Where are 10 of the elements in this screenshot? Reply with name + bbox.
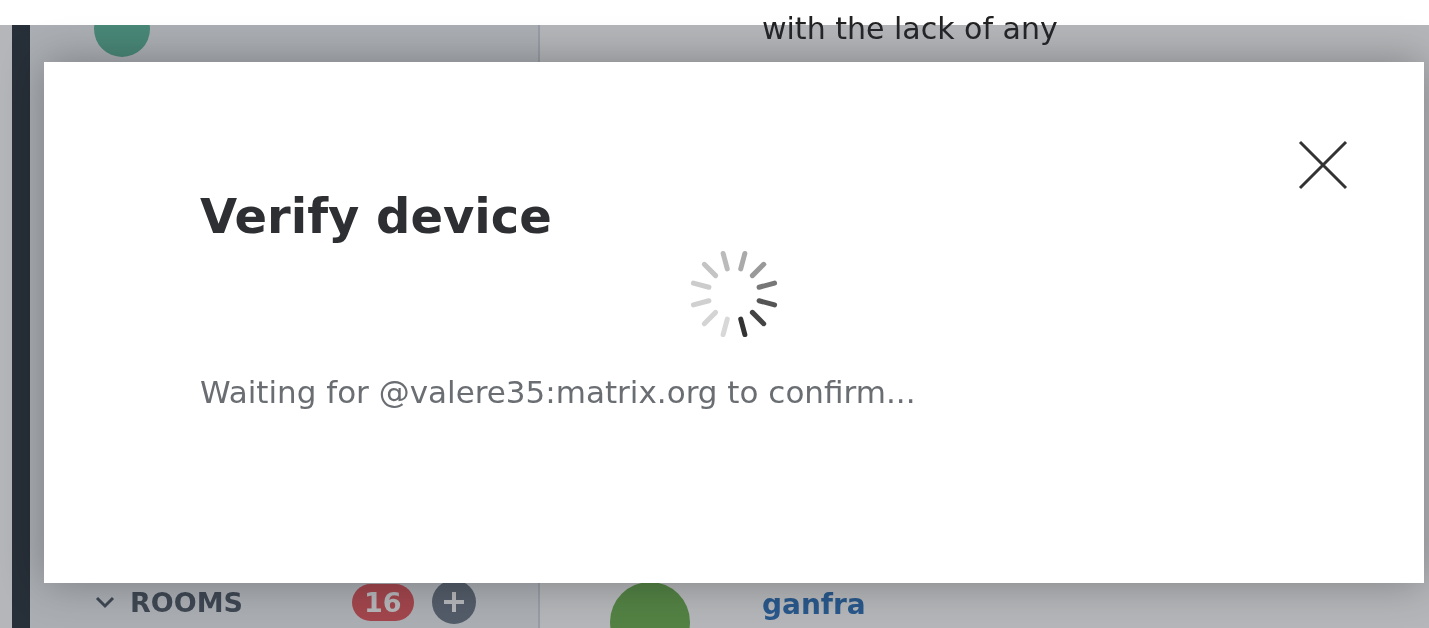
chevron-down-icon[interactable] [94, 595, 116, 609]
message-text: with the lack of any [761, 11, 1059, 46]
unread-count: 16 [352, 583, 414, 621]
sender-name[interactable]: ganfra [762, 588, 866, 622]
dialog-title: Verify device [200, 188, 553, 244]
close-icon[interactable] [1298, 140, 1348, 190]
status-text: Waiting for @valere35:matrix.org to confirm... [200, 374, 917, 410]
section-label[interactable]: ROOMS [130, 586, 352, 618]
add-room-icon[interactable] [431, 580, 476, 624]
spinner-icon [690, 250, 778, 338]
